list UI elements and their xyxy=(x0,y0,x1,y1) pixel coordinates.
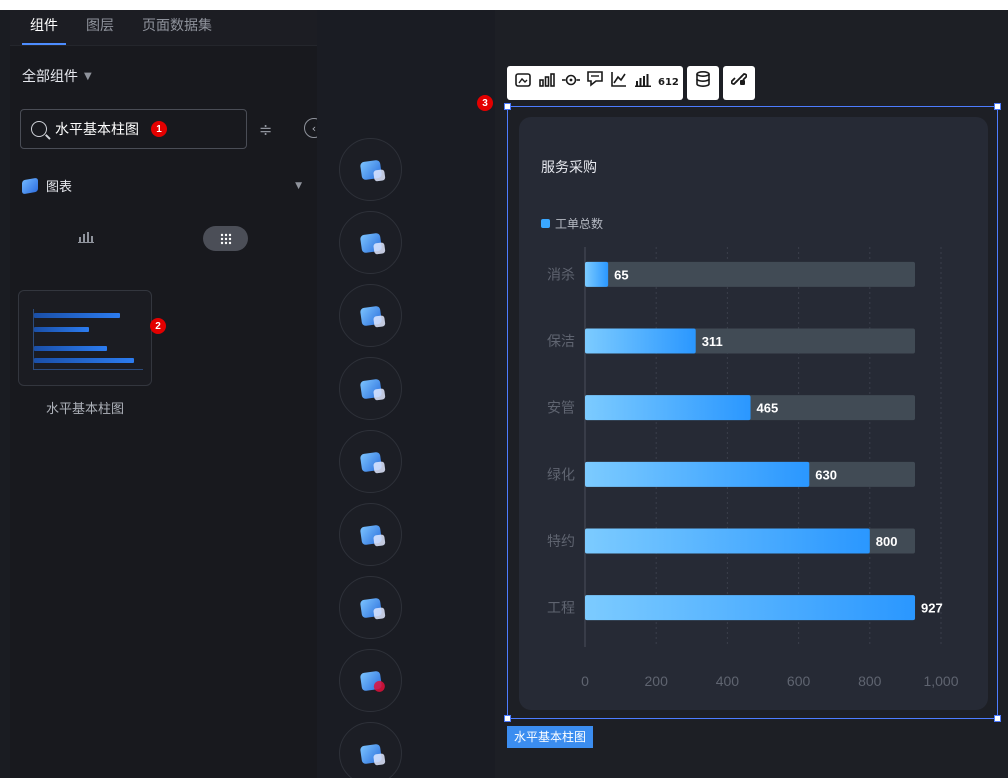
data-label: 65 xyxy=(614,267,628,282)
thumbnail-bar xyxy=(34,346,107,351)
direction-icon-glyph xyxy=(359,597,382,618)
text-icon-glyph xyxy=(359,305,382,326)
toolbar-link-group xyxy=(723,66,755,100)
step-badge-2: 2 xyxy=(150,318,166,334)
x-tick-label: 1,000 xyxy=(923,673,958,689)
search-value: 水平基本柱图 xyxy=(55,122,139,138)
thumbnail-bar xyxy=(34,358,134,363)
media-icon[interactable] xyxy=(339,357,402,420)
toolbar-data-group xyxy=(687,66,719,100)
data-label: 927 xyxy=(921,601,943,616)
bar xyxy=(585,528,870,554)
all-components-dropdown[interactable]: 全部组件 ▼ xyxy=(22,66,92,86)
media-icon-glyph xyxy=(359,378,382,399)
bar xyxy=(585,461,810,487)
line-chart-icon[interactable] xyxy=(610,66,628,100)
bar-chart-svg: 0 200 400 600 800 1,000 消杀 65 保洁 311 安管 465 绿化 630 特约 8… xyxy=(547,247,959,689)
data-label: 800 xyxy=(876,534,898,549)
app-stage: 组件 图层 页面数据集 全部组件 ▼ 水平基本柱图 1 ≑ ‹ 图表 ▼ 2 水… xyxy=(0,10,1008,778)
category-label: 消杀 xyxy=(547,267,575,283)
bar xyxy=(585,595,916,621)
image-chart-icon[interactable] xyxy=(514,66,532,100)
chevron-down-icon: ▼ xyxy=(84,70,92,82)
text-icon[interactable] xyxy=(339,284,402,347)
list-view-icon[interactable] xyxy=(78,229,94,247)
component-toolbar: 612 xyxy=(507,66,755,100)
x-tick-label: 800 xyxy=(858,673,882,689)
resize-handle-top-right[interactable] xyxy=(994,103,1001,110)
selection-label: 水平基本柱图 xyxy=(507,726,594,748)
thumbnail-baseline xyxy=(33,369,143,370)
horizontal-bar-component-card[interactable] xyxy=(18,290,152,386)
number-icon[interactable]: 612 xyxy=(658,66,679,100)
gauge-icon-glyph xyxy=(359,451,382,472)
x-tick-label: 400 xyxy=(716,673,740,689)
link-icon[interactable] xyxy=(730,66,748,100)
x-tick-label: 0 xyxy=(581,673,589,689)
resize-handle-top-left[interactable] xyxy=(504,103,511,110)
category-label: 安管 xyxy=(547,401,575,417)
gauge-icon[interactable] xyxy=(339,430,402,493)
thumbnail-bar xyxy=(34,327,89,332)
more-icon-glyph xyxy=(359,524,382,545)
search-input[interactable]: 水平基本柱图 1 xyxy=(20,109,247,149)
bar xyxy=(585,395,751,421)
data-label: 630 xyxy=(815,467,837,482)
data-label: 465 xyxy=(757,401,779,416)
toolbar-style-group: 612 xyxy=(507,66,683,100)
category-label: 工程 xyxy=(547,601,575,617)
target-icon[interactable] xyxy=(562,66,580,100)
comment-icon[interactable] xyxy=(586,66,604,100)
filter-label: 全部组件 xyxy=(22,69,78,85)
chart-card[interactable]: 服务采购 工单总数 0 200 400 600 800 1,000 消杀 65 保洁 311 安管 4… xyxy=(519,117,988,710)
bar xyxy=(585,328,696,354)
category-chart[interactable]: 图表 ▼ xyxy=(22,176,302,195)
search-icon xyxy=(31,121,47,137)
record-icon[interactable] xyxy=(339,649,402,712)
component-icon-column xyxy=(317,10,495,778)
component-panel: 组件 图层 页面数据集 全部组件 ▼ 水平基本柱图 1 ≑ ‹ 图表 ▼ 2 水… xyxy=(10,10,324,778)
more-icon[interactable] xyxy=(339,503,402,566)
record-icon-glyph xyxy=(359,670,382,691)
category-label: 特约 xyxy=(547,534,575,550)
step-badge-3: 3 xyxy=(477,95,493,111)
resize-handle-bottom-right[interactable] xyxy=(994,715,1001,722)
resize-handle-bottom-left[interactable] xyxy=(504,715,511,722)
database-icon[interactable] xyxy=(694,66,712,100)
tools-icon-glyph xyxy=(359,743,382,764)
component-label: 水平基本柱图 xyxy=(45,402,124,417)
tools-icon[interactable] xyxy=(339,722,402,778)
step-badge-1: 1 xyxy=(151,121,167,137)
thumbnail-bar xyxy=(34,313,120,318)
panel-tabs: 组件 图层 页面数据集 xyxy=(10,10,317,46)
x-tick-label: 600 xyxy=(787,673,811,689)
image-chart-icon[interactable] xyxy=(339,138,402,201)
chart-category-icon xyxy=(22,177,38,194)
image-chart-icon-glyph xyxy=(359,159,382,180)
video-icon[interactable] xyxy=(339,211,402,274)
category-label: 绿化 xyxy=(547,467,575,483)
tab-layers[interactable]: 图层 xyxy=(72,15,128,45)
chevron-down-icon: ▼ xyxy=(295,180,302,191)
category-label: 图表 xyxy=(46,180,73,195)
bar-chart-icon[interactable] xyxy=(538,66,556,100)
video-icon-glyph xyxy=(359,232,382,253)
data-label: 311 xyxy=(702,334,723,349)
bar xyxy=(585,261,609,287)
x-tick-label: 200 xyxy=(645,673,669,689)
tab-page-datasets[interactable]: 页面数据集 xyxy=(128,15,226,45)
grid-view-icon[interactable] xyxy=(203,226,248,251)
category-label: 保洁 xyxy=(547,334,575,350)
bar-track xyxy=(585,261,916,287)
tab-components[interactable]: 组件 xyxy=(16,15,72,45)
direction-icon[interactable] xyxy=(339,576,402,639)
sort-icon[interactable]: ≑ xyxy=(259,120,272,139)
bars-icon[interactable] xyxy=(634,66,652,100)
